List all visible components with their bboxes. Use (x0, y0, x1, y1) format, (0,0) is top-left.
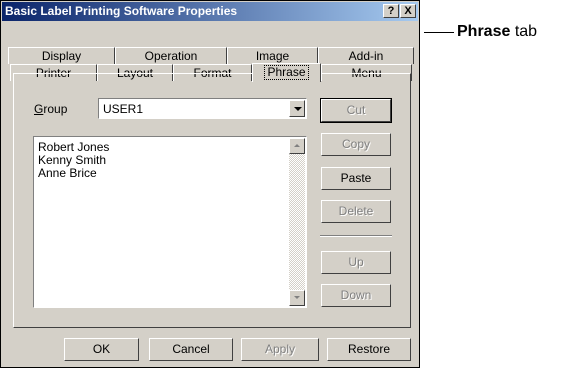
list-scrollbar[interactable] (289, 138, 305, 306)
apply-button[interactable]: Apply (241, 338, 319, 361)
ok-button[interactable]: OK (64, 338, 139, 361)
group-dropdown[interactable]: USER1 (98, 98, 307, 119)
group-dropdown-button[interactable] (289, 100, 305, 117)
down-button[interactable]: Down (321, 284, 391, 307)
chevron-down-icon (294, 107, 302, 111)
tab-phrase[interactable]: Phrase (252, 63, 321, 82)
scroll-down-icon (294, 296, 300, 299)
cut-button[interactable]: Cut (321, 99, 391, 122)
close-button[interactable]: X (400, 4, 416, 18)
scroll-up-button[interactable] (289, 138, 305, 154)
callout-label: Phrase tab (457, 23, 538, 40)
tab-display[interactable]: Display (8, 47, 115, 64)
group-value: USER1 (103, 102, 144, 116)
callout-line (424, 32, 454, 33)
cancel-button[interactable]: Cancel (149, 338, 233, 361)
window-title: Basic Label Printing Software Properties (5, 4, 238, 18)
tab-add-in[interactable]: Add-in (318, 47, 414, 64)
scroll-down-button[interactable] (289, 290, 305, 306)
restore-button[interactable]: Restore (327, 338, 411, 361)
up-button[interactable]: Up (321, 251, 391, 274)
copy-button[interactable]: Copy (321, 133, 391, 156)
title-bar: Basic Label Printing Software Properties… (2, 2, 418, 21)
button-separator (320, 235, 392, 237)
list-item[interactable]: Anne Brice (38, 167, 97, 180)
paste-button[interactable]: Paste (321, 167, 391, 190)
tab-image[interactable]: Image (227, 47, 318, 64)
properties-dialog: Basic Label Printing Software Properties… (0, 0, 420, 368)
phrase-list[interactable]: Robert Jones Kenny Smith Anne Brice (33, 136, 307, 308)
group-label: Group (34, 102, 68, 116)
help-button[interactable]: ? (383, 4, 399, 18)
delete-button[interactable]: Delete (321, 200, 391, 223)
scroll-up-icon (294, 144, 300, 147)
tab-operation[interactable]: Operation (115, 47, 227, 64)
